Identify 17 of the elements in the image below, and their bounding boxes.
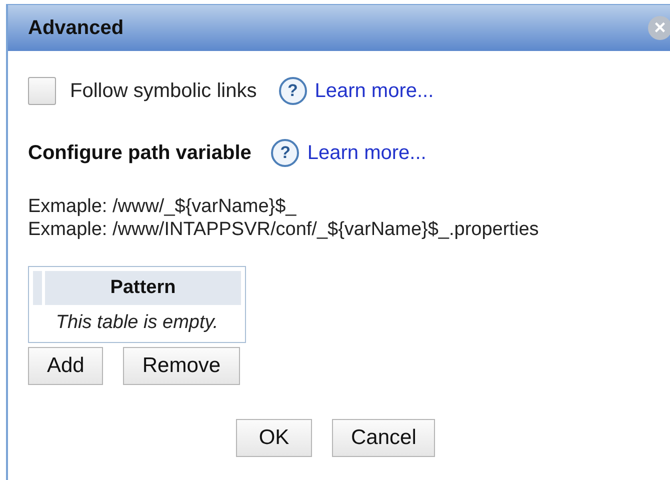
checkbox-label: Follow symbolic links [70, 79, 257, 104]
dialog-button[interactable]: OK [236, 418, 312, 456]
checkbox[interactable] [28, 77, 56, 105]
table-button[interactable]: Remove [123, 346, 240, 384]
section-heading: Configure path variable [28, 141, 252, 166]
example-text: Exmaple: /www/INTAPPSVR/conf/_${varName}$_.properties [28, 218, 540, 241]
window-title: Advanced [28, 16, 124, 41]
help-icon[interactable]: ? [278, 77, 307, 105]
table-button[interactable]: Add [28, 346, 104, 384]
learn-more-link[interactable]: Learn more... [314, 76, 434, 106]
help-icon[interactable]: ? [271, 139, 300, 167]
empty-table-message: This table is empty. [54, 311, 220, 335]
example-text: Exmaple: /www/_${varName}$_ [28, 195, 298, 218]
column-header: Pattern [45, 271, 241, 305]
dialog-button[interactable]: Cancel [332, 418, 436, 456]
table-header-cell [33, 271, 42, 305]
learn-more-link[interactable]: Learn more... [307, 138, 426, 168]
